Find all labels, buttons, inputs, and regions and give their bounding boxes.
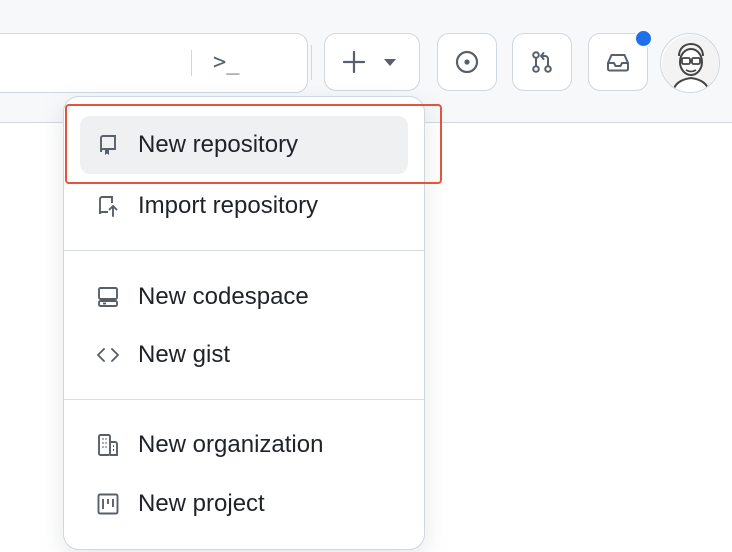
project-icon: [96, 492, 120, 516]
user-avatar[interactable]: [660, 33, 720, 93]
inbox-icon: [607, 54, 629, 72]
create-new-button[interactable]: [324, 33, 420, 91]
code-icon: [96, 343, 120, 367]
menu-item-label: New organization: [138, 431, 324, 458]
menu-divider: [64, 399, 424, 400]
repo-push-icon: [96, 194, 120, 218]
menu-item-label: New codespace: [138, 283, 309, 310]
avatar-image: [662, 35, 719, 92]
menu-item-new-codespace[interactable]: New codespace: [80, 268, 408, 326]
menu-item-label: Import repository: [138, 192, 319, 219]
header-divider: [311, 45, 312, 80]
menu-item-new-organization[interactable]: New organization: [80, 416, 408, 474]
issue-opened-icon: [455, 50, 479, 74]
annotation-highlight-box: [65, 104, 442, 184]
issues-button[interactable]: [437, 33, 497, 91]
plus-icon: [342, 50, 366, 74]
menu-item-new-project[interactable]: New project: [80, 475, 408, 533]
organization-icon: [96, 433, 120, 457]
search-divider: [191, 50, 192, 76]
notification-dot: [634, 29, 653, 48]
menu-item-label: New project: [138, 490, 265, 517]
menu-divider: [64, 250, 424, 251]
codespaces-icon: [96, 285, 120, 309]
menu-item-label: New gist: [138, 341, 231, 368]
search-input[interactable]: >_: [0, 33, 308, 93]
git-pull-request-icon: [532, 51, 552, 73]
command-palette-button[interactable]: >_: [213, 50, 240, 76]
pull-requests-button[interactable]: [512, 33, 572, 91]
menu-item-new-gist[interactable]: New gist: [80, 326, 408, 384]
triangle-down-icon: [384, 59, 396, 66]
menu-item-import-repository[interactable]: Import repository: [80, 177, 408, 235]
